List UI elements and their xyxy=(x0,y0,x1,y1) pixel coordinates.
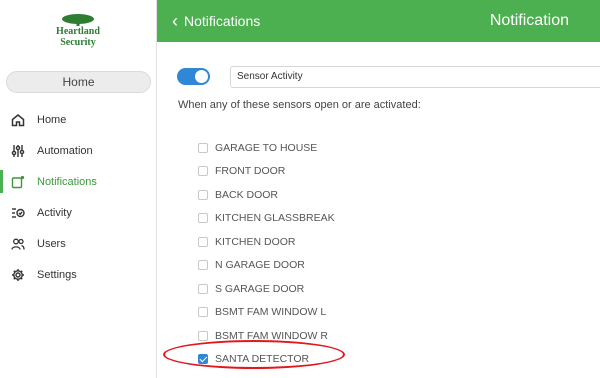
sensor-prompt: When any of these sensors open or are ac… xyxy=(178,99,421,111)
sidebar-item-settings[interactable]: Settings xyxy=(0,259,157,290)
sensor-checkbox[interactable] xyxy=(198,189,208,200)
sidebar-item-automation[interactable]: Automation xyxy=(0,135,157,166)
sensor-checkbox[interactable] xyxy=(198,142,208,153)
sensor-checkbox[interactable] xyxy=(198,166,208,177)
activity-list-icon xyxy=(10,205,26,221)
sensor-checkbox[interactable] xyxy=(198,213,208,224)
sidebar-item-activity[interactable]: Activity xyxy=(0,197,157,228)
gear-icon xyxy=(10,267,26,283)
sensor-item[interactable]: N GARAGE DOOR xyxy=(198,254,558,278)
sidebar-item-home[interactable]: Home xyxy=(0,104,157,135)
sidebar-item-notifications[interactable]: Notifications xyxy=(0,166,157,197)
top-bar: ‹ Notifications Notification xyxy=(157,0,600,42)
sidebar-item-label: Home xyxy=(37,113,67,126)
notification-type-select[interactable]: Sensor Activity xyxy=(230,66,600,88)
page-title: Notification xyxy=(489,12,569,29)
sliders-icon xyxy=(10,143,26,159)
home-location-button[interactable]: Home xyxy=(6,71,151,93)
back-button[interactable]: ‹ Notifications xyxy=(172,0,260,42)
sensor-label: N GARAGE DOOR xyxy=(215,259,305,272)
sidebar-item-users[interactable]: Users xyxy=(0,228,157,259)
sensor-label: KITCHEN DOOR xyxy=(215,235,296,248)
sensor-label: KITCHEN GLASSBREAK xyxy=(215,212,335,225)
sensor-item[interactable]: FRONT DOOR xyxy=(198,160,558,184)
sensor-checkbox[interactable] xyxy=(198,307,208,318)
sensor-checkbox[interactable] xyxy=(198,330,208,341)
sidebar-item-label: Users xyxy=(37,237,66,250)
svg-text:Security: Security xyxy=(60,37,96,48)
sensor-checkbox[interactable] xyxy=(198,260,208,271)
sensor-label: BSMT FAM WINDOW L xyxy=(215,306,327,319)
svg-text:Heartland: Heartland xyxy=(56,26,100,37)
sensor-item[interactable]: KITCHEN DOOR xyxy=(198,230,558,254)
users-icon xyxy=(10,236,26,252)
sensor-item[interactable]: BACK DOOR xyxy=(198,183,558,207)
sensor-label: BACK DOOR xyxy=(215,188,279,201)
heartland-security-logo: Heartland Security xyxy=(56,14,100,48)
notification-enabled-toggle[interactable] xyxy=(177,68,210,85)
sidebar: Heartland Security Home Home Automation … xyxy=(0,0,157,378)
sensor-checkbox[interactable] xyxy=(198,236,208,247)
house-icon xyxy=(10,112,26,128)
sensor-item[interactable]: KITCHEN GLASSBREAK xyxy=(198,207,558,231)
sidebar-item-label: Activity xyxy=(37,206,72,219)
notification-editor: Sensor Activity When any of these sensor… xyxy=(157,42,600,378)
sensor-label: GARAGE TO HOUSE xyxy=(215,141,318,154)
sensor-item[interactable]: GARAGE TO HOUSE xyxy=(198,136,558,160)
sidebar-nav: Home Automation Notifications Activity U… xyxy=(0,104,157,290)
sensor-checkbox[interactable] xyxy=(198,283,208,294)
chevron-left-icon: ‹ xyxy=(172,11,178,31)
highlight-ellipse xyxy=(163,340,345,369)
sensor-item[interactable]: S GARAGE DOOR xyxy=(198,277,558,301)
sensor-item[interactable]: BSMT FAM WINDOW L xyxy=(198,301,558,325)
toggle-knob xyxy=(195,70,208,83)
sidebar-item-label: Settings xyxy=(37,268,77,281)
sensor-label: FRONT DOOR xyxy=(215,165,286,178)
back-label: Notifications xyxy=(184,13,261,29)
sensor-list: GARAGE TO HOUSE FRONT DOOR BACK DOOR KIT… xyxy=(198,136,558,371)
sidebar-item-label: Automation xyxy=(37,144,93,157)
sidebar-item-label: Notifications xyxy=(37,175,97,188)
sensor-label: S GARAGE DOOR xyxy=(215,282,305,295)
notification-icon xyxy=(10,174,26,190)
